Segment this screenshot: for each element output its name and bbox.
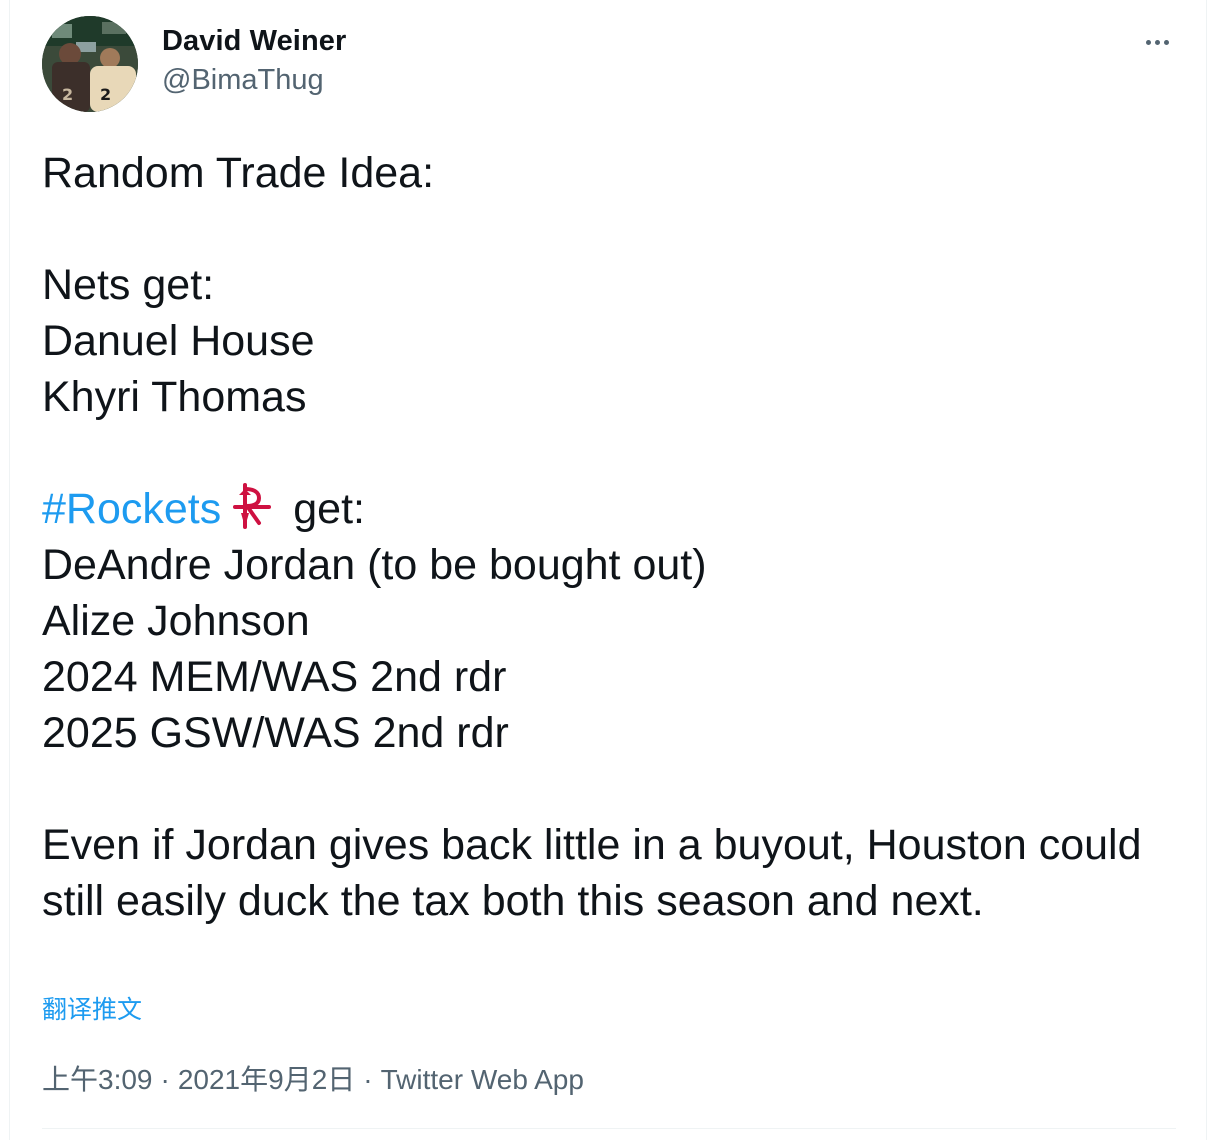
tweet-line: Danuel House <box>42 317 315 365</box>
author-handle[interactable]: @BimaThug <box>162 64 324 97</box>
tweet-line: 2024 MEM/WAS 2nd rdr <box>42 653 507 701</box>
tweet-date[interactable]: 2021年9月2日 <box>178 1064 355 1095</box>
tweet-line: Alize Johnson <box>42 597 310 645</box>
avatar-photo-icon: 2 2 <box>42 16 138 112</box>
tweet-line: Nets get: <box>42 261 215 309</box>
hashtag-link[interactable]: #Rockets <box>42 485 221 533</box>
more-options-icon[interactable] <box>1134 24 1180 60</box>
tweet-source-app[interactable]: Twitter Web App <box>381 1064 584 1095</box>
divider <box>42 1128 1176 1129</box>
meta-separator: · <box>363 1064 373 1095</box>
author-avatar[interactable]: 2 2 <box>42 16 138 112</box>
rockets-logo-icon[interactable] <box>225 483 279 529</box>
tweet-paragraph: Even if Jordan gives back little in a bu… <box>42 821 1142 925</box>
tweet-card: 2 2 David Weiner @BimaThug Random Trade … <box>9 0 1207 1140</box>
author-display-name[interactable]: David Weiner <box>162 25 346 58</box>
tweet-line: Random Trade Idea: <box>42 149 435 197</box>
tweet-time[interactable]: 上午3:09 <box>42 1064 153 1095</box>
svg-text:2: 2 <box>62 85 73 104</box>
tweet-line: DeAndre Jordan (to be bought out) <box>42 541 707 589</box>
meta-separator: · <box>160 1064 170 1095</box>
svg-text:2: 2 <box>100 85 111 104</box>
tweet-body: Random Trade Idea: Nets get: Danuel Hous… <box>42 145 1182 929</box>
translate-tweet-link[interactable]: 翻译推文 <box>42 990 142 1026</box>
tweet-line: 2025 GSW/WAS 2nd rdr <box>42 709 509 757</box>
tweet-line-hashtag: #Rockets get: <box>42 481 1182 537</box>
tweet-line: Khyri Thomas <box>42 373 307 421</box>
tweet-metadata: 上午3:09 · 2021年9月2日 · Twitter Web App <box>42 1058 584 1098</box>
tweet-line-rest: get: <box>293 485 365 533</box>
